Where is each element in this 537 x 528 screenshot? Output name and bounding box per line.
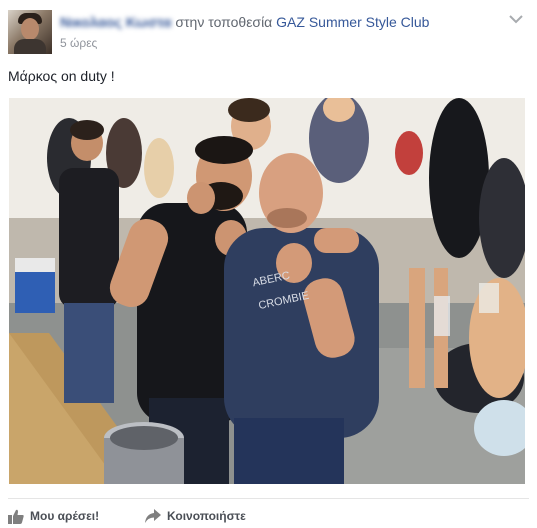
chevron-down-icon[interactable] (507, 12, 525, 26)
author-avatar[interactable] (8, 10, 52, 54)
author-name[interactable]: Νικολαος Κωστα (60, 13, 172, 31)
like-label: Μου αρέσει! (30, 509, 100, 523)
post-timestamp[interactable]: 5 ώρες (60, 36, 97, 50)
post-photo[interactable]: ABERC CROMBIE (9, 98, 525, 484)
thumbs-up-icon (8, 509, 24, 524)
like-button[interactable]: Μου αρέσει! (8, 506, 99, 526)
post-header: Νικολαος Κωστα στην τοποθεσία GAZ Summer… (60, 13, 429, 31)
actions-divider (8, 498, 529, 499)
location-connector: στην τοποθεσία (175, 14, 273, 30)
photo-illustration: ABERC CROMBIE (9, 98, 525, 484)
share-arrow-icon (145, 509, 161, 523)
share-button[interactable]: Κοινοποιήστε (145, 506, 246, 526)
post-caption: Μάρκος on duty ! (8, 68, 115, 84)
share-label: Κοινοποιήστε (167, 509, 246, 523)
facebook-post: Νικολαος Κωστα στην τοποθεσία GAZ Summer… (0, 0, 537, 528)
location-link[interactable]: GAZ Summer Style Club (276, 14, 429, 30)
